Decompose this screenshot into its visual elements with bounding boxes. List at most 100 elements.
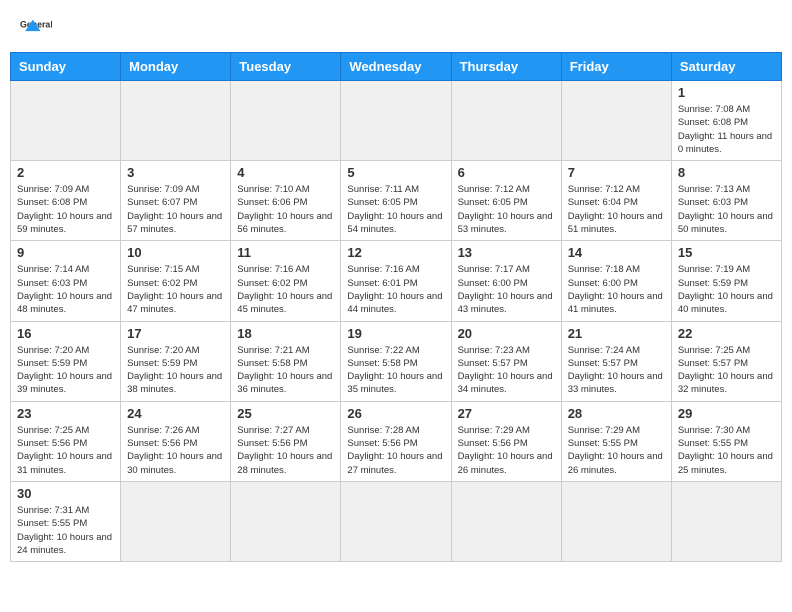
calendar-week-1: 2Sunrise: 7:09 AM Sunset: 6:08 PM Daylig…	[11, 161, 782, 241]
calendar-cell: 29Sunrise: 7:30 AM Sunset: 5:55 PM Dayli…	[671, 401, 781, 481]
calendar-cell	[561, 481, 671, 561]
calendar-cell: 12Sunrise: 7:16 AM Sunset: 6:01 PM Dayli…	[341, 241, 451, 321]
calendar-table: SundayMondayTuesdayWednesdayThursdayFrid…	[10, 52, 782, 562]
weekday-header-saturday: Saturday	[671, 53, 781, 81]
weekday-header-wednesday: Wednesday	[341, 53, 451, 81]
day-info: Sunrise: 7:09 AM Sunset: 6:07 PM Dayligh…	[127, 183, 224, 236]
calendar-cell: 30Sunrise: 7:31 AM Sunset: 5:55 PM Dayli…	[11, 481, 121, 561]
day-info: Sunrise: 7:16 AM Sunset: 6:02 PM Dayligh…	[237, 263, 334, 316]
day-number: 15	[678, 245, 775, 260]
day-number: 11	[237, 245, 334, 260]
calendar-body: 1Sunrise: 7:08 AM Sunset: 6:08 PM Daylig…	[11, 81, 782, 562]
calendar-cell	[341, 481, 451, 561]
calendar-cell: 13Sunrise: 7:17 AM Sunset: 6:00 PM Dayli…	[451, 241, 561, 321]
day-info: Sunrise: 7:11 AM Sunset: 6:05 PM Dayligh…	[347, 183, 444, 236]
calendar-week-3: 16 Sunrise: 7:20 AM Sunset: 5:59 PM Dayli…	[11, 321, 782, 401]
day-number: 25	[237, 406, 334, 421]
day-info: Sunrise: 7:18 AM Sunset: 6:00 PM Dayligh…	[568, 263, 665, 316]
calendar-cell: 11 Sunrise: 7:16 AM Sunset: 6:02 PM Dayli…	[231, 241, 341, 321]
day-number: 27	[458, 406, 555, 421]
day-info: Sunrise: 7:28 AM Sunset: 5:56 PM Dayligh…	[347, 424, 444, 477]
day-info: Sunrise: 7:29 AM Sunset: 5:55 PM Dayligh…	[568, 424, 665, 477]
calendar-cell: 3 Sunrise: 7:09 AM Sunset: 6:07 PM Daylig…	[121, 161, 231, 241]
day-info: Sunrise: 7:23 AM Sunset: 5:57 PM Dayligh…	[458, 344, 555, 397]
weekday-header-thursday: Thursday	[451, 53, 561, 81]
calendar-cell: 9 Sunrise: 7:14 AM Sunset: 6:03 PM Daylig…	[11, 241, 121, 321]
calendar-cell	[451, 481, 561, 561]
day-info: Sunrise: 7:20 AM Sunset: 5:59 PM Dayligh…	[17, 344, 114, 397]
calendar-week-2: 9 Sunrise: 7:14 AM Sunset: 6:03 PM Daylig…	[11, 241, 782, 321]
calendar-cell: 5 Sunrise: 7:11 AM Sunset: 6:05 PM Daylig…	[341, 161, 451, 241]
weekday-header-tuesday: Tuesday	[231, 53, 341, 81]
calendar-cell: 8 Sunrise: 7:13 AM Sunset: 6:03 PM Daylig…	[671, 161, 781, 241]
calendar-cell: 15 Sunrise: 7:19 AM Sunset: 5:59 PM Dayli…	[671, 241, 781, 321]
day-info: Sunrise: 7:17 AM Sunset: 6:00 PM Dayligh…	[458, 263, 555, 316]
calendar-cell: 25Sunrise: 7:27 AM Sunset: 5:56 PM Dayli…	[231, 401, 341, 481]
day-info: Sunrise: 7:29 AM Sunset: 5:56 PM Dayligh…	[458, 424, 555, 477]
day-number: 9	[17, 245, 114, 260]
day-number: 18	[237, 326, 334, 341]
weekday-header-friday: Friday	[561, 53, 671, 81]
day-info: Sunrise: 7:20 AM Sunset: 5:59 PM Dayligh…	[127, 344, 224, 397]
day-number: 10	[127, 245, 224, 260]
day-number: 23	[17, 406, 114, 421]
calendar-cell: 27 Sunrise: 7:29 AM Sunset: 5:56 PM Dayli…	[451, 401, 561, 481]
calendar-cell: 1Sunrise: 7:08 AM Sunset: 6:08 PM Daylig…	[671, 81, 781, 161]
logo-icon: General	[20, 10, 52, 42]
day-info: Sunrise: 7:19 AM Sunset: 5:59 PM Dayligh…	[678, 263, 775, 316]
logo: General	[20, 10, 56, 42]
day-number: 5	[347, 165, 444, 180]
weekday-row: SundayMondayTuesdayWednesdayThursdayFrid…	[11, 53, 782, 81]
day-number: 29	[678, 406, 775, 421]
calendar-header: SundayMondayTuesdayWednesdayThursdayFrid…	[11, 53, 782, 81]
day-number: 16	[17, 326, 114, 341]
day-number: 12	[347, 245, 444, 260]
page-header: General	[0, 0, 792, 52]
day-number: 6	[458, 165, 555, 180]
day-info: Sunrise: 7:13 AM Sunset: 6:03 PM Dayligh…	[678, 183, 775, 236]
weekday-header-monday: Monday	[121, 53, 231, 81]
day-number: 24	[127, 406, 224, 421]
day-number: 30	[17, 486, 114, 501]
day-number: 22	[678, 326, 775, 341]
calendar-cell	[671, 481, 781, 561]
calendar-cell	[341, 81, 451, 161]
day-info: Sunrise: 7:08 AM Sunset: 6:08 PM Dayligh…	[678, 103, 775, 156]
calendar-cell: 16 Sunrise: 7:20 AM Sunset: 5:59 PM Dayli…	[11, 321, 121, 401]
calendar-cell: 26 Sunrise: 7:28 AM Sunset: 5:56 PM Dayli…	[341, 401, 451, 481]
calendar-cell	[451, 81, 561, 161]
day-number: 8	[678, 165, 775, 180]
day-number: 14	[568, 245, 665, 260]
day-info: Sunrise: 7:12 AM Sunset: 6:05 PM Dayligh…	[458, 183, 555, 236]
day-info: Sunrise: 7:15 AM Sunset: 6:02 PM Dayligh…	[127, 263, 224, 316]
day-info: Sunrise: 7:24 AM Sunset: 5:57 PM Dayligh…	[568, 344, 665, 397]
day-info: Sunrise: 7:25 AM Sunset: 5:57 PM Dayligh…	[678, 344, 775, 397]
day-number: 3	[127, 165, 224, 180]
day-number: 26	[347, 406, 444, 421]
day-info: Sunrise: 7:22 AM Sunset: 5:58 PM Dayligh…	[347, 344, 444, 397]
calendar-cell: 24Sunrise: 7:26 AM Sunset: 5:56 PM Dayli…	[121, 401, 231, 481]
day-number: 20	[458, 326, 555, 341]
calendar-cell: 22 Sunrise: 7:25 AM Sunset: 5:57 PM Dayli…	[671, 321, 781, 401]
day-number: 7	[568, 165, 665, 180]
calendar-cell: 10 Sunrise: 7:15 AM Sunset: 6:02 PM Dayli…	[121, 241, 231, 321]
calendar-cell: 23Sunrise: 7:25 AM Sunset: 5:56 PM Dayli…	[11, 401, 121, 481]
calendar-cell: 20 Sunrise: 7:23 AM Sunset: 5:57 PM Dayli…	[451, 321, 561, 401]
weekday-header-sunday: Sunday	[11, 53, 121, 81]
calendar-cell	[231, 81, 341, 161]
calendar-cell	[561, 81, 671, 161]
calendar-cell: 4 Sunrise: 7:10 AM Sunset: 6:06 PM Daylig…	[231, 161, 341, 241]
day-number: 4	[237, 165, 334, 180]
day-info: Sunrise: 7:12 AM Sunset: 6:04 PM Dayligh…	[568, 183, 665, 236]
calendar-cell: 14 Sunrise: 7:18 AM Sunset: 6:00 PM Dayli…	[561, 241, 671, 321]
calendar-cell: 18Sunrise: 7:21 AM Sunset: 5:58 PM Dayli…	[231, 321, 341, 401]
day-info: Sunrise: 7:10 AM Sunset: 6:06 PM Dayligh…	[237, 183, 334, 236]
calendar-cell: 7 Sunrise: 7:12 AM Sunset: 6:04 PM Daylig…	[561, 161, 671, 241]
calendar-wrapper: SundayMondayTuesdayWednesdayThursdayFrid…	[0, 52, 792, 572]
day-number: 2	[17, 165, 114, 180]
day-info: Sunrise: 7:14 AM Sunset: 6:03 PM Dayligh…	[17, 263, 114, 316]
calendar-week-0: 1Sunrise: 7:08 AM Sunset: 6:08 PM Daylig…	[11, 81, 782, 161]
calendar-week-4: 23Sunrise: 7:25 AM Sunset: 5:56 PM Dayli…	[11, 401, 782, 481]
calendar-cell: 6 Sunrise: 7:12 AM Sunset: 6:05 PM Daylig…	[451, 161, 561, 241]
calendar-cell: 19Sunrise: 7:22 AM Sunset: 5:58 PM Dayli…	[341, 321, 451, 401]
